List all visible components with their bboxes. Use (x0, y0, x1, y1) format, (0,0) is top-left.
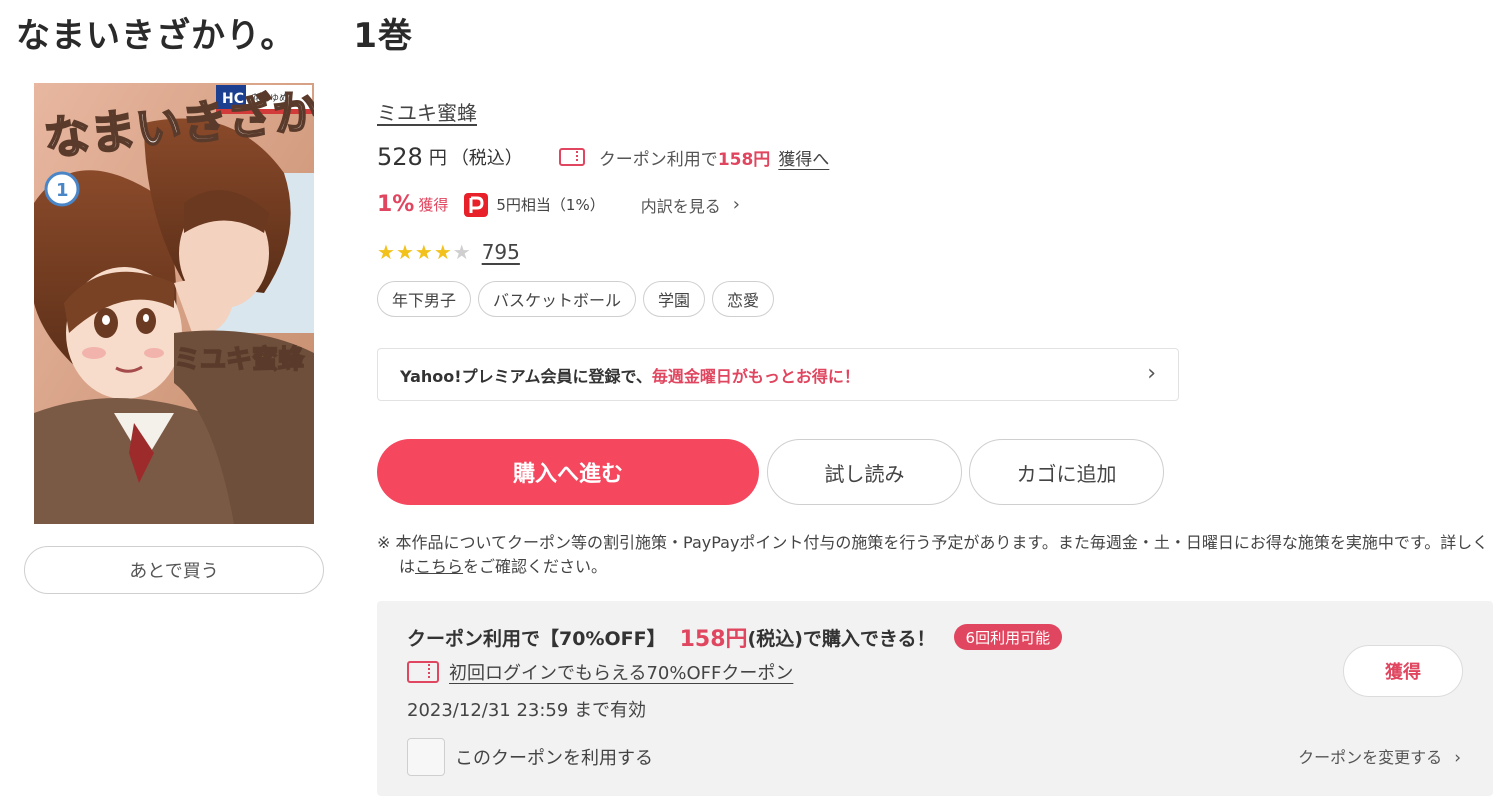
campaign-notice: ※ 本作品についてクーポン等の割引施策・PayPayポイント付与の施策を行う予定… (377, 531, 1492, 579)
book-cover-image[interactable]: HC 花とゆめ なまいきざかり。 1 ミユキ蜜蜂 (34, 83, 314, 524)
genre-tags: 年下男子 バスケットボール 学園 恋愛 (377, 281, 781, 317)
coupon-text: クーポン利用で (598, 149, 718, 170)
price-tax: （税込） (450, 148, 523, 169)
tag-chip[interactable]: バスケットボール (478, 281, 637, 317)
buy-button[interactable]: 購入へ進む (377, 439, 759, 505)
coupon-icon (407, 661, 439, 683)
price-amount: 528 (377, 143, 423, 171)
tag-chip[interactable]: 学園 (643, 281, 706, 317)
coupon-headline-discount: クーポン利用で【70%OFF】 (407, 627, 666, 650)
coupon-amount: 158円 (717, 149, 771, 170)
coupon-get-button[interactable]: 獲得 (1343, 645, 1463, 697)
tag-chip[interactable]: 年下男子 (377, 281, 472, 317)
coupon-valid-until: 2023/12/31 23:59 まで有効 (407, 700, 647, 721)
author-link[interactable]: ミユキ蜜蜂 (377, 97, 477, 126)
notice-link[interactable]: こちら (415, 557, 463, 576)
notice-text-after: をご確認ください。 (463, 557, 608, 576)
coupon-headline: クーポン利用で【70%OFF】 158円 (税込)で購入できる！ 6回利用可能 (407, 621, 1063, 653)
coupon-get-link[interactable]: 獲得へ (778, 145, 829, 170)
volume-label: 1巻 (353, 16, 413, 56)
add-to-cart-button[interactable]: カゴに追加 (969, 439, 1164, 505)
star-icon: ★ (414, 240, 433, 264)
cover-illustration: HC 花とゆめ なまいきざかり。 1 ミユキ蜜蜂 (34, 83, 314, 524)
rating-stars: ★★★★★ (377, 241, 472, 263)
cover-author-text: ミユキ蜜蜂 (174, 344, 305, 375)
premium-banner[interactable]: Yahoo!プレミアム会員に登録で、 毎週金曜日がもっとお得に！ › (377, 348, 1179, 401)
point-percent: 1% (377, 192, 415, 217)
star-icon: ★ (452, 240, 471, 264)
coupon-headline-suffix: (税込)で購入できる！ (747, 627, 936, 650)
paypay-icon (464, 192, 489, 217)
review-count-link[interactable]: 795 (482, 240, 520, 264)
change-coupon-label: クーポンを変更する (1298, 748, 1443, 767)
chevron-right-icon: › (732, 194, 740, 215)
page-title: なまいきざかり。 1巻 (16, 8, 413, 57)
price-unit: 円 (428, 148, 447, 169)
point-equivalent: 5円相当（1%） (496, 196, 605, 214)
cover-volume-mark: 1 (56, 180, 69, 201)
use-coupon-row: このクーポンを利用する (407, 738, 653, 776)
use-coupon-label: このクーポンを利用する (455, 748, 653, 769)
series-title: なまいきざかり。 (16, 16, 296, 56)
price-row: 528 円 （税込） クーポン利用で 158円 獲得へ (377, 143, 829, 171)
tag-chip[interactable]: 恋愛 (712, 281, 775, 317)
coupon-name-row: 初回ログインでもらえる70%OFFクーポン (407, 659, 793, 685)
trial-read-button[interactable]: 試し読み (767, 439, 962, 505)
usage-count-badge: 6回利用可能 (953, 624, 1063, 650)
chevron-right-icon: › (1147, 361, 1156, 386)
coupon-name-link[interactable]: 初回ログインでもらえる70%OFFクーポン (449, 659, 793, 685)
use-coupon-checkbox[interactable] (407, 738, 445, 776)
star-icon: ★ (377, 240, 395, 264)
point-row: 1% 獲得 5円相当（1%） 内訳を見る › (377, 192, 740, 217)
coupon-panel: クーポン利用で【70%OFF】 158円 (税込)で購入できる！ 6回利用可能 … (377, 601, 1493, 796)
chevron-right-icon: › (1454, 748, 1461, 768)
change-coupon-link[interactable]: クーポンを変更する › (1298, 744, 1461, 768)
point-get-label: 獲得 (418, 196, 449, 214)
coupon-headline-price: 158円 (679, 627, 748, 652)
banner-text-highlight: 毎週金曜日がもっとお得に！ (651, 366, 860, 386)
star-icon: ★ (395, 240, 414, 264)
point-detail-link[interactable]: 内訳を見る (641, 193, 721, 217)
banner-text-main: Yahoo!プレミアム会員に登録で、 (400, 366, 652, 386)
buy-later-button[interactable]: あとで買う (24, 546, 324, 594)
rating-row: ★★★★★ 795 (377, 240, 520, 264)
coupon-icon (558, 148, 585, 166)
star-icon: ★ (433, 240, 452, 264)
